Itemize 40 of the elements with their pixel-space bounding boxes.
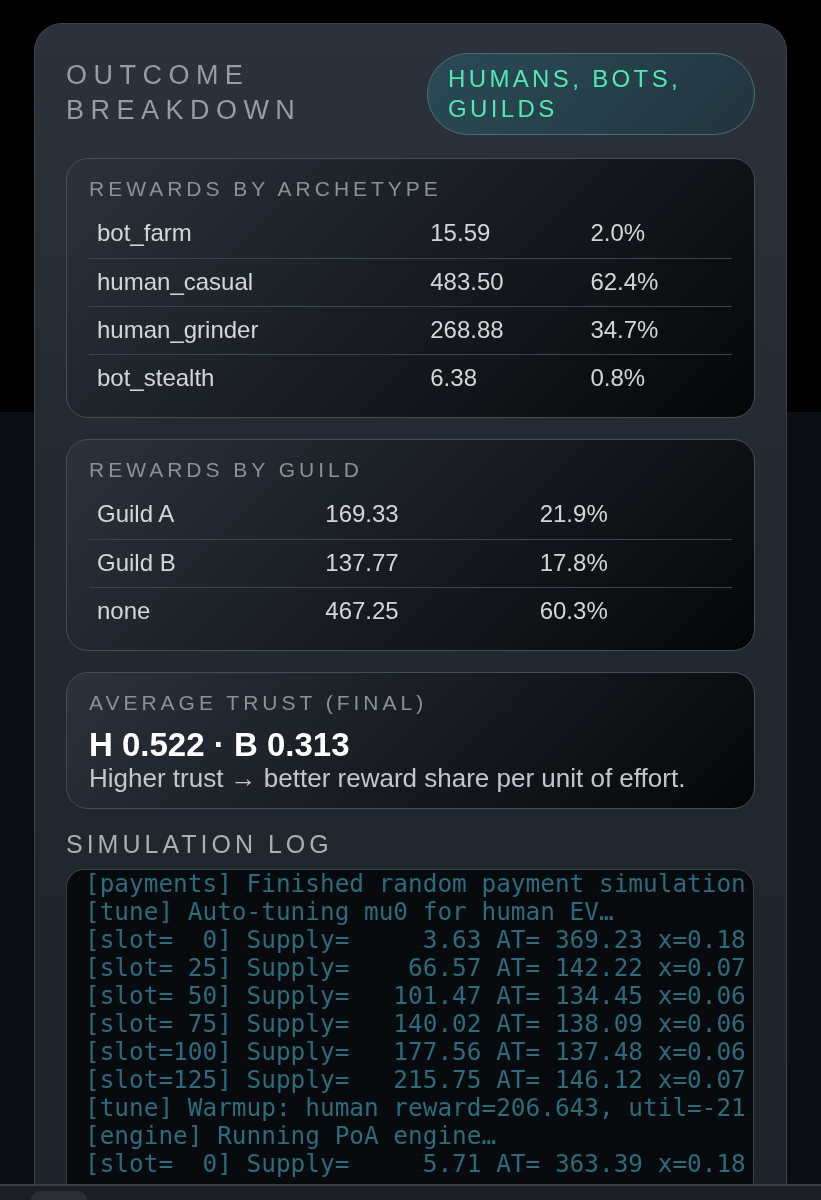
table-cell: 137.77 (325, 548, 399, 576)
table-cell: 62.4% (590, 267, 659, 295)
table-cell: 483.50 (430, 267, 504, 295)
table-cell: 467.25 (325, 596, 399, 624)
table-cell: 17.8% (539, 548, 608, 576)
log-line: [slot= 75] Supply= 140.02 AT= 138.09 x=0.06 (85, 1010, 746, 1038)
table-cell: 2.0% (590, 219, 646, 247)
table-cell: 0.8% (590, 363, 646, 391)
scope-badge: HUMANS, BOTS, GUILDS (427, 53, 755, 135)
log-line: [slot= 0] Supply= 5.71 AT= 363.39 x=0.18 (85, 1150, 746, 1178)
log-line: [slot=125] Supply= 215.75 AT= 146.12 x=0.07 (85, 1066, 746, 1094)
table-cell: 268.88 (430, 315, 504, 343)
log-line: [tune] Warmup: human reward=206.643, util=-21 (85, 1094, 746, 1122)
panel-title: OUTCOME BREAKDOWN (66, 59, 303, 127)
log-line: [slot= 50] Supply= 101.47 AT= 134.45 x=0.06 (85, 982, 746, 1010)
trust-note: Higher trust → better reward share per unit of effort. (89, 763, 686, 793)
trust-value: H 0.522 · B 0.313 (89, 727, 350, 763)
table-cell: 6.38 (430, 363, 477, 391)
card-title: REWARDS BY ARCHETYPE (89, 176, 442, 202)
table-cell: 15.59 (430, 219, 491, 247)
table-cell: Guild A (97, 500, 175, 528)
log-line: [slot= 0] Supply= 3.63 AT= 369.23 x=0.18 (85, 926, 746, 954)
log-line: [payments] Finished random payment simulation (85, 870, 746, 898)
table-cell: bot_farm (97, 219, 192, 247)
table-cell: bot_stealth (97, 363, 215, 391)
log-line: [engine] Running PoA engine… (85, 1122, 497, 1150)
table-cell: 169.33 (325, 500, 399, 528)
table-cell: none (97, 596, 151, 624)
section-title: SIMULATION LOG (66, 829, 333, 860)
table-cell: 21.9% (539, 500, 608, 528)
table-cell: 34.7% (590, 315, 659, 343)
table-cell: Guild B (97, 548, 176, 576)
log-line: [slot=100] Supply= 177.56 AT= 137.48 x=0.06 (85, 1038, 746, 1066)
log-line: [slot= 25] Supply= 66.57 AT= 142.22 x=0.07 (85, 954, 746, 982)
card-title: REWARDS BY GUILD (89, 457, 363, 483)
table-cell: human_casual (97, 267, 254, 295)
table-cell: 60.3% (539, 596, 608, 624)
table-cell: human_grinder (97, 315, 259, 343)
log-line: [tune] Auto-tuning mu0 for human EV… (85, 898, 614, 926)
card-title: AVERAGE TRUST (FINAL) (89, 690, 428, 716)
